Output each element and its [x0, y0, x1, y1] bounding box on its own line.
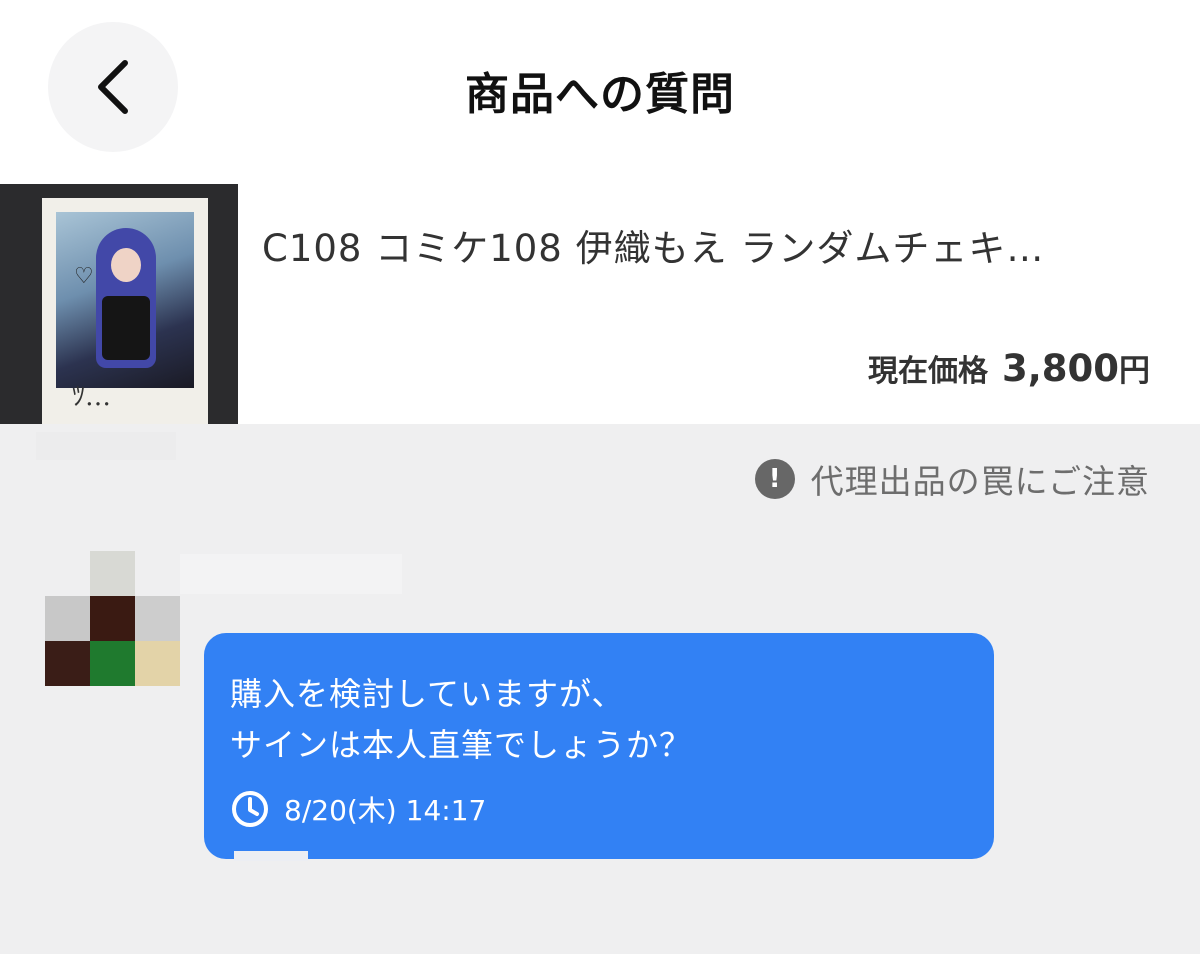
- avatar-pixel: [90, 551, 135, 596]
- notice-text: 代理出品の罠にご注意: [810, 462, 1150, 501]
- avatar-pixel: [45, 596, 90, 641]
- photo-dress: [102, 296, 150, 360]
- avatar-pixel: [45, 641, 90, 686]
- clock-icon: [232, 791, 268, 827]
- price-value: 3,800円: [1002, 345, 1150, 390]
- price-amount: 3,800: [1001, 347, 1119, 390]
- photo-face: [111, 248, 141, 282]
- heart-doodle-icon: ♡: [74, 264, 94, 289]
- message-bubble: 購入を検討していますが、 サインは本人直筆でしょうか？ 8/20(木) 14:1…: [204, 633, 994, 859]
- bubble-overlay: [234, 851, 308, 861]
- cheki-card: ♡ ﾂ…: [42, 198, 208, 424]
- exclamation-icon: !: [754, 459, 795, 499]
- header-panel: 商品への質問 ♡ ﾂ… C108 コミケ108 伊織もえ ランダムチェキ… 現在…: [0, 0, 1200, 424]
- avatar-pixel: [90, 596, 135, 641]
- price-row: 現在価格 3,800円: [868, 345, 1150, 390]
- message-time: 8/20(木) 14:17: [230, 789, 486, 829]
- avatar-pixel: [135, 596, 180, 641]
- blurred-area: [36, 432, 176, 460]
- username-blurred: [180, 554, 402, 594]
- message-line: サインは本人直筆でしょうか？: [230, 726, 693, 764]
- avatar-pixel: [90, 641, 135, 686]
- timestamp: 8/20(木) 14:17: [284, 794, 487, 827]
- price-unit: 円: [1119, 353, 1150, 389]
- product-photo: ♡: [56, 212, 194, 388]
- product-title[interactable]: C108 コミケ108 伊織もえ ランダムチェキ…: [262, 218, 1162, 272]
- proxy-listing-notice-link[interactable]: ! 代理出品の罠にご注意: [754, 455, 1150, 503]
- avatar[interactable]: [45, 551, 180, 686]
- signature-doodle: ﾂ…: [72, 382, 112, 412]
- page-title: 商品への質問: [465, 69, 735, 120]
- product-thumbnail[interactable]: ♡ ﾂ…: [0, 184, 238, 424]
- message-line: 購入を検討していますが、: [230, 675, 625, 713]
- avatar-pixel: [135, 641, 180, 686]
- price-label: 現在価格: [867, 354, 988, 389]
